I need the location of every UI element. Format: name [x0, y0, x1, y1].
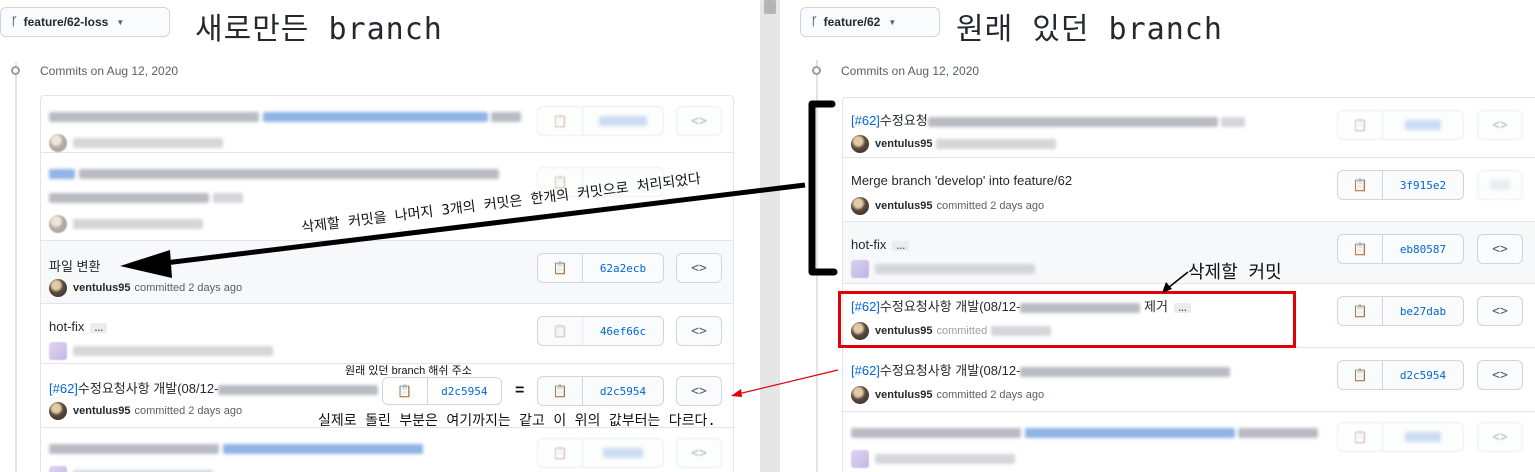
delete-arrow-line — [1167, 271, 1189, 289]
annotation-overlay: 삭제할 커밋을 나머지 3개의 커밋은 한개의 커밋으로 처리되었다 — [120, 100, 1189, 397]
red-arrow-line — [737, 369, 839, 395]
red-arrow-head — [731, 389, 742, 397]
delete-arrow-head — [1162, 282, 1172, 293]
bracket-shape — [808, 100, 838, 276]
main-arrow-head — [120, 250, 172, 278]
